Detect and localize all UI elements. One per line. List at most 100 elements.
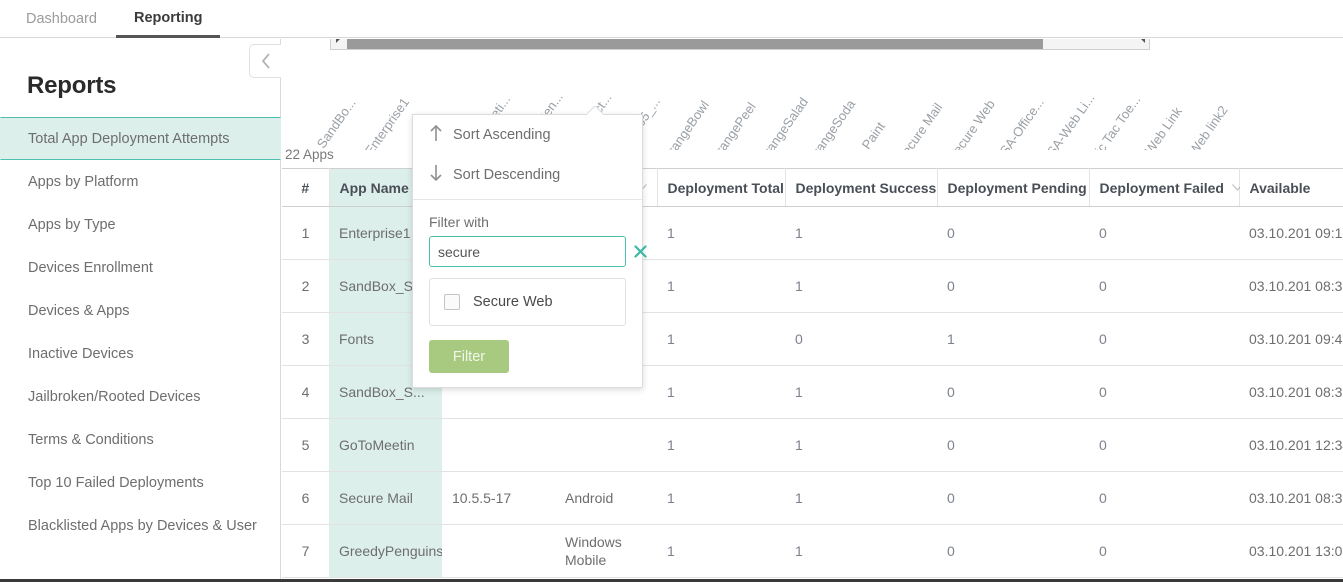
cell-platform: Windows Mobile [555, 525, 657, 578]
cell-deployment-failed: 0 [1089, 207, 1239, 260]
column-header-label: Deployment Pending [948, 180, 1087, 196]
sidebar-item-label: Blacklisted Apps by Devices & User [28, 518, 257, 534]
chart-xtick: Secure Web [945, 97, 998, 150]
scrollbar-track[interactable] [1043, 39, 1133, 49]
sidebar-item-apps-by-platform[interactable]: Apps by Platform [0, 160, 281, 203]
cell-available: 03.10.201 12:34:35 [1239, 419, 1343, 472]
column-header-deployment-failed[interactable]: Deployment Failed [1089, 169, 1239, 207]
chart-xtick: OrangeSalad [755, 95, 811, 150]
cell-deployment-failed: 0 [1089, 260, 1239, 313]
cell-app-version [442, 419, 555, 472]
cell-deployment-success: 1 [785, 419, 937, 472]
column-header-label: Deployment Failed [1100, 180, 1224, 196]
cell-deployment-failed: 0 [1089, 313, 1239, 366]
column-header-deployment-pending[interactable]: Deployment Pending [937, 169, 1089, 207]
tab-dashboard-label: Dashboard [26, 11, 97, 27]
cell-app-name: Secure Mail [329, 472, 442, 525]
cell-app-version: 10.5.5-17 [442, 472, 555, 525]
column-header-deployment-success[interactable]: Deployment Success [785, 169, 937, 207]
sidebar-item-label: Terms & Conditions [28, 432, 154, 448]
tab-dashboard[interactable]: Dashboard [8, 0, 115, 38]
column-header-label: App Name [340, 180, 409, 196]
filter-option-secure-web[interactable]: Secure Web [430, 287, 625, 317]
sidebar-item-total-app-deployment-attempts[interactable]: Total App Deployment Attempts [0, 117, 281, 160]
column-header-label: Available [1250, 180, 1311, 196]
filter-with-label: Filter with [413, 200, 642, 236]
cell-deployment-pending: 0 [937, 472, 1089, 525]
chevron-left-icon [260, 52, 272, 70]
sidebar-item-apps-by-type[interactable]: Apps by Type [0, 203, 281, 246]
sidebar: Reports Total App Deployment Attempts Ap… [0, 39, 281, 582]
sidebar-item-top-10-failed-deployments[interactable]: Top 10 Failed Deployments [0, 461, 281, 504]
arrow-down-icon [429, 164, 453, 186]
table-row[interactable]: 5 GoToMeetin 1 1 0 0 03.10.201 12:34:35 [282, 419, 1343, 472]
cell-index: 7 [282, 525, 329, 578]
cell-app-name: GoToMeetin [329, 419, 442, 472]
table-row[interactable]: 7 GreedyPenguins Windows Mobile 1 1 0 0 … [282, 525, 1343, 578]
apps-count-label: 22 Apps [285, 147, 334, 162]
cell-deployment-failed: 0 [1089, 366, 1239, 419]
sidebar-item-label: Top 10 Failed Deployments [28, 475, 204, 491]
cell-available: 03.10.201 08:38:40 [1239, 260, 1343, 313]
chart-horizontal-scrollbar[interactable] [330, 39, 1150, 50]
sidebar-item-label: Jailbroken/Rooted Devices [28, 389, 200, 405]
filter-button[interactable]: Filter [429, 340, 509, 373]
chart-xtick: Secure Mail [894, 100, 946, 150]
sidebar-item-terms-and-conditions[interactable]: Terms & Conditions [0, 418, 281, 461]
column-header-index: # [282, 169, 329, 207]
cell-deployment-success: 1 [785, 207, 937, 260]
cell-index: 2 [282, 260, 329, 313]
sidebar-item-label: Devices Enrollment [28, 260, 153, 276]
scroll-left-arrow[interactable] [331, 39, 347, 49]
column-header-label: Deployment Success [796, 180, 937, 196]
column-header-available[interactable]: Available [1239, 169, 1343, 207]
sidebar-item-inactive-devices[interactable]: Inactive Devices [0, 332, 281, 375]
cell-index: 5 [282, 419, 329, 472]
chart-xtick: Paint [859, 119, 888, 150]
chart-xtick: Enterprise1 [362, 95, 412, 150]
cell-app-version [442, 525, 555, 578]
cell-deployment-total: 1 [657, 366, 785, 419]
cell-platform: Android [555, 472, 657, 525]
scrollbar-thumb[interactable] [347, 39, 1043, 49]
reports-nav-list: Total App Deployment Attempts Apps by Pl… [0, 117, 281, 547]
cell-deployment-pending: 0 [937, 525, 1089, 578]
sort-descending-item[interactable]: Sort Descending [413, 155, 642, 195]
sidebar-item-blacklisted-apps-by-devices-and-user[interactable]: Blacklisted Apps by Devices & User [0, 504, 281, 547]
popup-arrow [587, 106, 603, 115]
chart-xtick: OrangePeel [707, 100, 759, 150]
sidebar-item-label: Apps by Platform [28, 174, 138, 190]
scroll-right-arrow[interactable] [1133, 39, 1149, 49]
arrow-up-icon [429, 124, 453, 146]
filter-input-wrapper[interactable] [429, 236, 626, 267]
sort-ascending-item[interactable]: Sort Ascending [413, 115, 642, 155]
main-content: SandBo... Enterprise1 Fonts GoToMeeti...… [282, 39, 1343, 582]
clear-x-icon[interactable] [627, 245, 653, 258]
sidebar-item-jailbroken-rooted-devices[interactable]: Jailbroken/Rooted Devices [0, 375, 281, 418]
cell-deployment-total: 1 [657, 472, 785, 525]
cell-available: 03.10.201 08:38:40 [1239, 366, 1343, 419]
sidebar-item-devices-enrollment[interactable]: Devices Enrollment [0, 246, 281, 289]
table-row[interactable]: 6 Secure Mail 10.5.5-17 Android 1 1 0 0 … [282, 472, 1343, 525]
column-header-deployment-total[interactable]: Deployment Total [657, 169, 785, 207]
chart-xtick: Web Link [1142, 104, 1185, 150]
cell-deployment-success: 0 [785, 313, 937, 366]
top-tab-bar: Dashboard Reporting [0, 0, 1343, 38]
cell-available: 03.10.201 09:45:07 [1239, 313, 1343, 366]
cell-deployment-total: 1 [657, 525, 785, 578]
cell-deployment-success: 1 [785, 472, 937, 525]
chart-xtick: OrangeSoda [804, 97, 859, 150]
sidebar-item-label: Total App Deployment Attempts [28, 131, 230, 147]
sidebar-item-label: Apps by Type [28, 217, 116, 233]
cell-deployment-total: 1 [657, 207, 785, 260]
cell-index: 6 [282, 472, 329, 525]
checkbox-icon[interactable] [444, 294, 460, 310]
cell-deployment-failed: 0 [1089, 525, 1239, 578]
filter-input[interactable] [430, 237, 627, 266]
tab-reporting[interactable]: Reporting [116, 0, 220, 38]
cell-index: 3 [282, 313, 329, 366]
chart-xtick: SSA-Web Li... [1039, 91, 1098, 150]
sidebar-collapse-button[interactable] [249, 44, 281, 78]
sidebar-item-devices-and-apps[interactable]: Devices & Apps [0, 289, 281, 332]
column-header-label: # [301, 180, 309, 196]
